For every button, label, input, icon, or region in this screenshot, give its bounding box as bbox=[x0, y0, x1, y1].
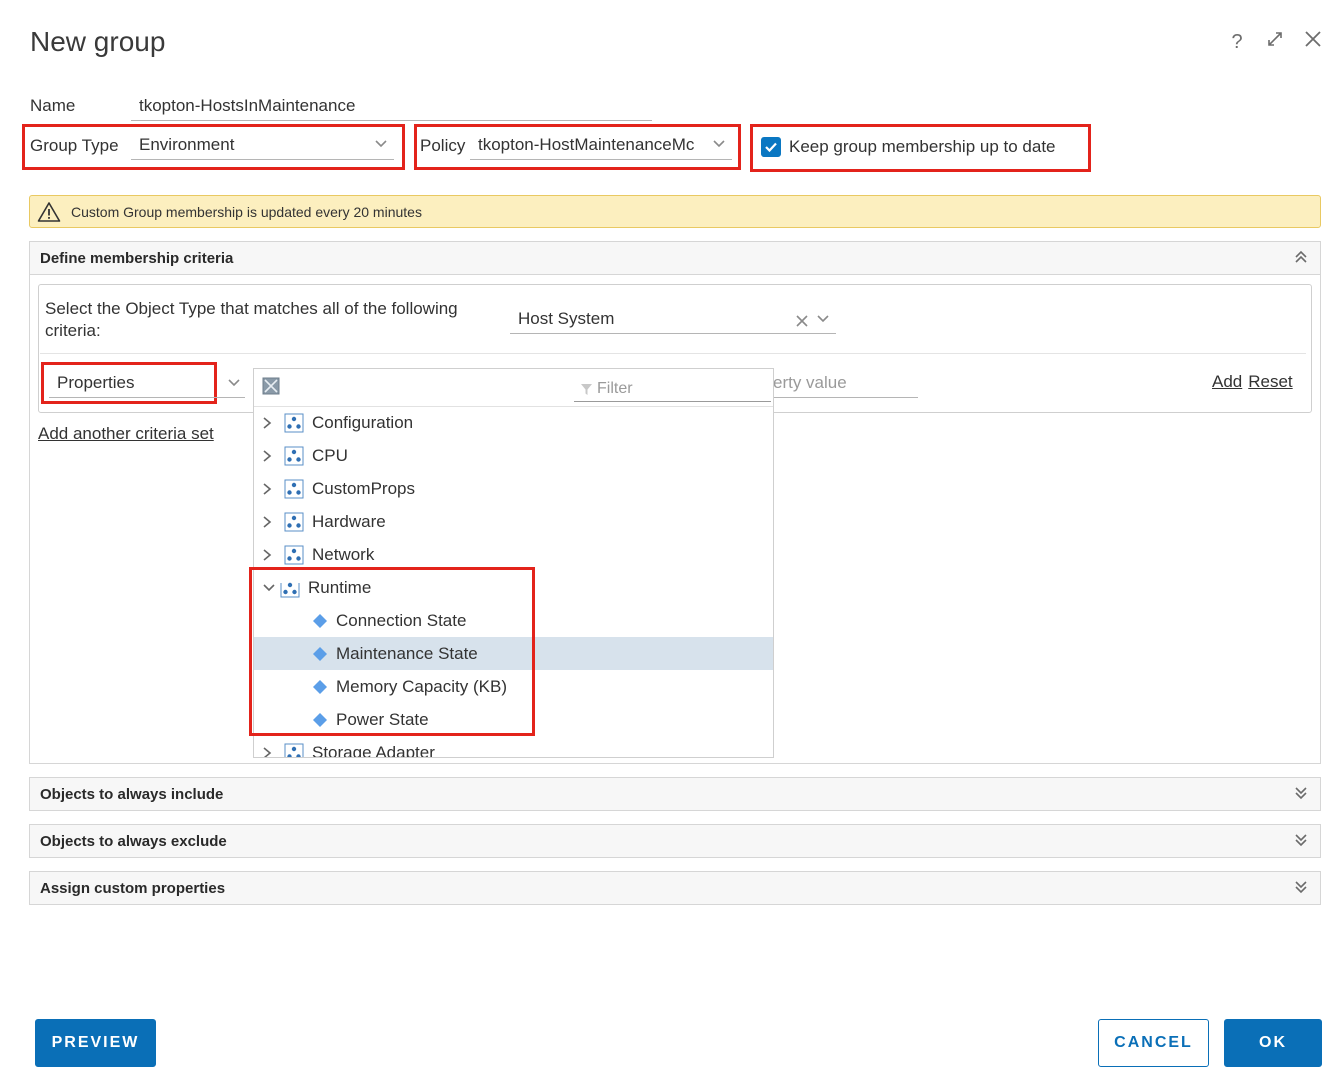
property-group-icon bbox=[284, 479, 304, 499]
property-group-icon bbox=[284, 743, 304, 757]
tree-group-configuration[interactable]: Configuration bbox=[254, 406, 773, 439]
section-define-criteria-header[interactable]: Define membership criteria bbox=[29, 241, 1321, 275]
property-group-icon bbox=[284, 545, 304, 565]
chevron-down-icon bbox=[816, 314, 830, 324]
tree-group-label: CustomProps bbox=[312, 478, 415, 498]
preview-button[interactable]: PREVIEW bbox=[35, 1019, 156, 1067]
tree-group-label: Configuration bbox=[312, 412, 414, 432]
object-type-label: Select the Object Type that matches all … bbox=[45, 298, 458, 342]
tree-group-customprops[interactable]: CustomProps bbox=[254, 472, 773, 505]
runtime-highlight bbox=[249, 567, 535, 736]
tree-group-label: Hardware bbox=[312, 511, 386, 531]
tree-group-label: CPU bbox=[312, 445, 348, 465]
warning-banner: Custom Group membership is updated every… bbox=[29, 195, 1321, 228]
criteria-type-select[interactable]: Properties bbox=[49, 373, 245, 398]
tree-group-label: Storage Adapter bbox=[312, 742, 435, 758]
property-group-icon bbox=[284, 413, 304, 433]
section-title: Objects to always exclude bbox=[40, 832, 227, 850]
clear-icon[interactable] bbox=[796, 312, 808, 332]
chevron-down-icon bbox=[227, 378, 241, 388]
group-type-label: Group Type bbox=[30, 136, 119, 155]
chevron-right-icon[interactable] bbox=[262, 482, 276, 496]
group-type-value: Environment bbox=[139, 135, 235, 154]
object-type-value: Host System bbox=[518, 309, 615, 328]
help-icon[interactable]: ? bbox=[1227, 31, 1247, 54]
chevron-right-icon[interactable] bbox=[262, 515, 276, 529]
double-chevron-down-icon[interactable] bbox=[1294, 785, 1308, 805]
tree-group-hardware[interactable]: Hardware bbox=[254, 505, 773, 538]
banner-text: Custom Group membership is updated every… bbox=[71, 203, 422, 220]
name-input[interactable]: tkopton-HostsInMaintenance bbox=[131, 96, 652, 121]
cancel-button[interactable]: CANCEL bbox=[1098, 1019, 1209, 1067]
dialog-header-icons: ? bbox=[1227, 30, 1323, 54]
criteria-actions: Add Reset bbox=[1212, 372, 1293, 392]
name-label: Name bbox=[30, 96, 76, 115]
section-custom-properties[interactable]: Assign custom properties bbox=[29, 871, 1321, 905]
filter-input[interactable]: Filter bbox=[574, 377, 771, 402]
section-title: Assign custom properties bbox=[40, 879, 226, 897]
dialog-title: New group bbox=[30, 26, 166, 57]
section-title: Define membership criteria bbox=[40, 249, 234, 267]
tree-group-label: Network bbox=[312, 544, 375, 564]
property-group-icon bbox=[284, 512, 304, 532]
keep-updated-checkbox-row[interactable]: Keep group membership up to date bbox=[761, 137, 1056, 157]
filter-placeholder: Filter bbox=[597, 380, 633, 397]
chevron-down-icon bbox=[712, 139, 726, 149]
double-chevron-down-icon[interactable] bbox=[1294, 832, 1308, 852]
close-icon[interactable] bbox=[1303, 30, 1323, 54]
tree-group-cpu[interactable]: CPU bbox=[254, 439, 773, 472]
object-type-label-line2: criteria: bbox=[45, 321, 101, 340]
property-group-icon bbox=[284, 446, 304, 466]
checkbox-checked-icon[interactable] bbox=[761, 137, 781, 157]
add-criteria-set-link[interactable]: Add another criteria set bbox=[38, 424, 214, 444]
policy-value: tkopton-HostMaintenanceMc bbox=[478, 135, 695, 154]
reset-link[interactable]: Reset bbox=[1248, 372, 1292, 392]
chevron-right-icon[interactable] bbox=[262, 746, 276, 757]
chevron-right-icon[interactable] bbox=[262, 416, 276, 430]
double-chevron-up-icon[interactable] bbox=[1294, 249, 1308, 269]
section-title: Objects to always include bbox=[40, 785, 224, 803]
keep-updated-label: Keep group membership up to date bbox=[789, 137, 1056, 156]
property-value-input[interactable]: erty value bbox=[773, 373, 918, 398]
criteria-divider bbox=[40, 353, 1306, 354]
criteria-type-value: Properties bbox=[57, 373, 135, 392]
group-type-select[interactable]: Environment bbox=[131, 135, 394, 160]
expand-icon[interactable] bbox=[1265, 30, 1285, 54]
ok-button[interactable]: OK bbox=[1224, 1019, 1322, 1067]
filter-icon bbox=[580, 383, 593, 396]
double-chevron-down-icon[interactable] bbox=[1294, 879, 1308, 899]
chevron-right-icon[interactable] bbox=[262, 548, 276, 562]
section-always-include[interactable]: Objects to always include bbox=[29, 777, 1321, 811]
add-link[interactable]: Add bbox=[1212, 372, 1242, 392]
tree-group-storage-adapter[interactable]: Storage Adapter bbox=[254, 736, 773, 758]
tree-toolbar: Filter bbox=[254, 369, 773, 407]
policy-label: Policy bbox=[420, 136, 466, 155]
warning-icon bbox=[37, 201, 61, 223]
chevron-right-icon[interactable] bbox=[262, 449, 276, 463]
collapse-all-icon[interactable] bbox=[262, 377, 280, 400]
chevron-down-icon bbox=[374, 139, 388, 149]
section-always-exclude[interactable]: Objects to always exclude bbox=[29, 824, 1321, 858]
object-type-select[interactable]: Host System bbox=[510, 309, 836, 334]
policy-select[interactable]: tkopton-HostMaintenanceMc bbox=[470, 135, 732, 160]
object-type-label-line1: Select the Object Type that matches all … bbox=[45, 299, 458, 318]
